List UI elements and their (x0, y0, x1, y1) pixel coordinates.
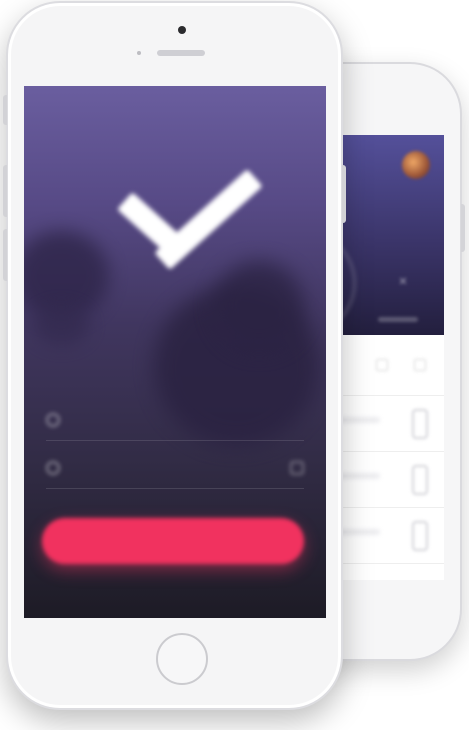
front-phone-screen (24, 86, 326, 618)
stat-icon: ✕ (398, 276, 408, 288)
check-icon (104, 164, 263, 279)
username-field[interactable] (46, 404, 304, 441)
power-button (342, 165, 346, 223)
user-icon (46, 413, 60, 427)
phone-icon (412, 521, 428, 551)
earpiece-speaker (157, 50, 205, 56)
proximity-sensor (137, 51, 141, 55)
password-field[interactable] (46, 452, 304, 489)
volume-down-button (3, 229, 7, 281)
phone-icon (412, 409, 428, 439)
eye-icon[interactable] (290, 461, 304, 475)
home-button[interactable] (156, 633, 208, 685)
stat-label (378, 317, 418, 322)
sign-in-button[interactable] (42, 518, 304, 564)
lock-icon (46, 461, 60, 475)
back-phone-side-button (461, 204, 465, 252)
front-camera (178, 26, 186, 34)
tab-icon[interactable] (376, 359, 388, 371)
mute-switch (3, 95, 7, 125)
volume-up-button (3, 165, 7, 217)
avatar[interactable] (402, 151, 430, 179)
phone-icon (412, 465, 428, 495)
footer-note (94, 585, 274, 596)
background-tree (34, 306, 89, 346)
tab-icon[interactable] (414, 359, 426, 371)
